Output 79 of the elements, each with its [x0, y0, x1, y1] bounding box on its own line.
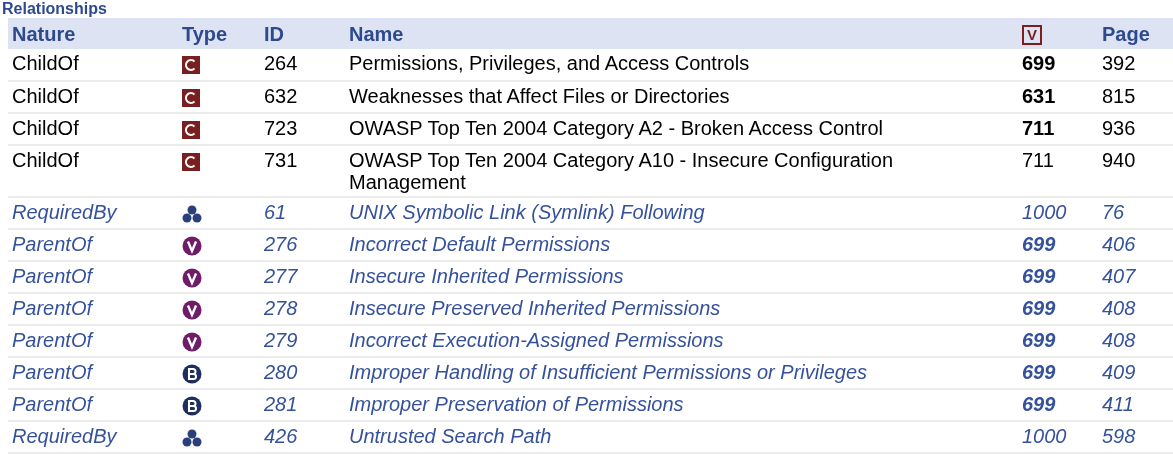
name-cell: Incorrect Default Permissions	[345, 229, 1018, 261]
three-balls-icon	[182, 428, 202, 447]
nature-cell: ParentOf	[8, 389, 178, 421]
category-icon	[182, 55, 200, 74]
id-cell: 280	[260, 357, 345, 389]
view-id-cell: 711	[1018, 113, 1098, 145]
nature-cell: ChildOf	[8, 49, 178, 81]
page-cell: 598	[1098, 421, 1173, 453]
page-cell: 411	[1098, 389, 1173, 421]
name-cell: Insecure Inherited Permissions	[345, 261, 1018, 293]
nature-cell: RequiredBy	[8, 197, 178, 229]
view-id-cell: 699	[1018, 325, 1098, 357]
name-cell: Insecure Preserved Inherited Permissions	[345, 293, 1018, 325]
id-cell: 278	[260, 293, 345, 325]
id-cell: 731	[260, 145, 345, 197]
three-balls-icon	[182, 204, 202, 223]
name-cell: UNIX Symbolic Link (Symlink) Following	[345, 197, 1018, 229]
id-cell: 426	[260, 421, 345, 453]
view-id-cell: 699	[1018, 293, 1098, 325]
page-cell: 76	[1098, 197, 1173, 229]
view-id-cell: 1000	[1018, 421, 1098, 453]
column-header: Type	[178, 18, 260, 49]
column-header: ID	[260, 18, 345, 49]
view-id-cell: 699	[1018, 49, 1098, 81]
base-icon	[182, 395, 202, 416]
nature-cell: ChildOf	[8, 145, 178, 197]
view-id-cell: 631	[1018, 81, 1098, 113]
id-cell: 281	[260, 389, 345, 421]
nature-cell: ParentOf	[8, 293, 178, 325]
name-cell: Untrusted Search Path	[345, 421, 1018, 453]
nature-cell: ChildOf	[8, 81, 178, 113]
name-cell: Incorrect Execution-Assigned Permissions	[345, 325, 1018, 357]
view-id-cell: 699	[1018, 261, 1098, 293]
view-id-cell: 699	[1018, 389, 1098, 421]
page-cell: 392	[1098, 49, 1173, 81]
id-cell: 276	[260, 229, 345, 261]
page-cell: 409	[1098, 357, 1173, 389]
variant-icon	[182, 267, 202, 288]
category-icon	[182, 120, 200, 139]
id-cell: 723	[260, 113, 345, 145]
name-cell: Weaknesses that Affect Files or Directories	[345, 81, 1018, 113]
name-cell: Permissions, Privileges, and Access Controls	[345, 49, 1018, 81]
view-id-cell: 1000	[1018, 197, 1098, 229]
id-cell: 632	[260, 81, 345, 113]
id-cell: 264	[260, 49, 345, 81]
page-cell: 940	[1098, 145, 1173, 197]
page-cell: 408	[1098, 293, 1173, 325]
variant-icon	[182, 331, 202, 352]
page-cell: 815	[1098, 81, 1173, 113]
name-cell: Improper Preservation of Permissions	[345, 389, 1018, 421]
name-cell: OWASP Top Ten 2004 Category A10 - Insecure Configuration Management	[345, 145, 1018, 197]
category-icon	[182, 88, 200, 107]
variant-icon	[182, 299, 202, 320]
base-icon	[182, 363, 202, 384]
column-header: Name	[345, 18, 1018, 49]
column-header: Page	[1098, 18, 1173, 49]
name-cell: OWASP Top Ten 2004 Category A2 - Broken Access Control	[345, 113, 1018, 145]
view-letter-icon: V	[1022, 25, 1042, 46]
nature-cell: ParentOf	[8, 261, 178, 293]
name-cell: Improper Handling of Insufficient Permissions or Privileges	[345, 357, 1018, 389]
page-cell: 408	[1098, 325, 1173, 357]
page-cell: 936	[1098, 113, 1173, 145]
id-cell: 277	[260, 261, 345, 293]
nature-cell: ParentOf	[8, 357, 178, 389]
nature-cell: ParentOf	[8, 325, 178, 357]
section-heading: Relationships	[1, 0, 108, 18]
view-id-cell: 699	[1018, 357, 1098, 389]
column-header: Nature	[8, 18, 178, 49]
variant-icon	[182, 235, 202, 256]
category-icon	[182, 152, 200, 171]
nature-cell: ParentOf	[8, 229, 178, 261]
view-id-cell: 711	[1018, 145, 1098, 197]
nature-cell: ChildOf	[8, 113, 178, 145]
page-cell: 406	[1098, 229, 1173, 261]
view-id-cell: 699	[1018, 229, 1098, 261]
id-cell: 61	[260, 197, 345, 229]
id-cell: 279	[260, 325, 345, 357]
page-cell: 407	[1098, 261, 1173, 293]
nature-cell: RequiredBy	[8, 421, 178, 453]
